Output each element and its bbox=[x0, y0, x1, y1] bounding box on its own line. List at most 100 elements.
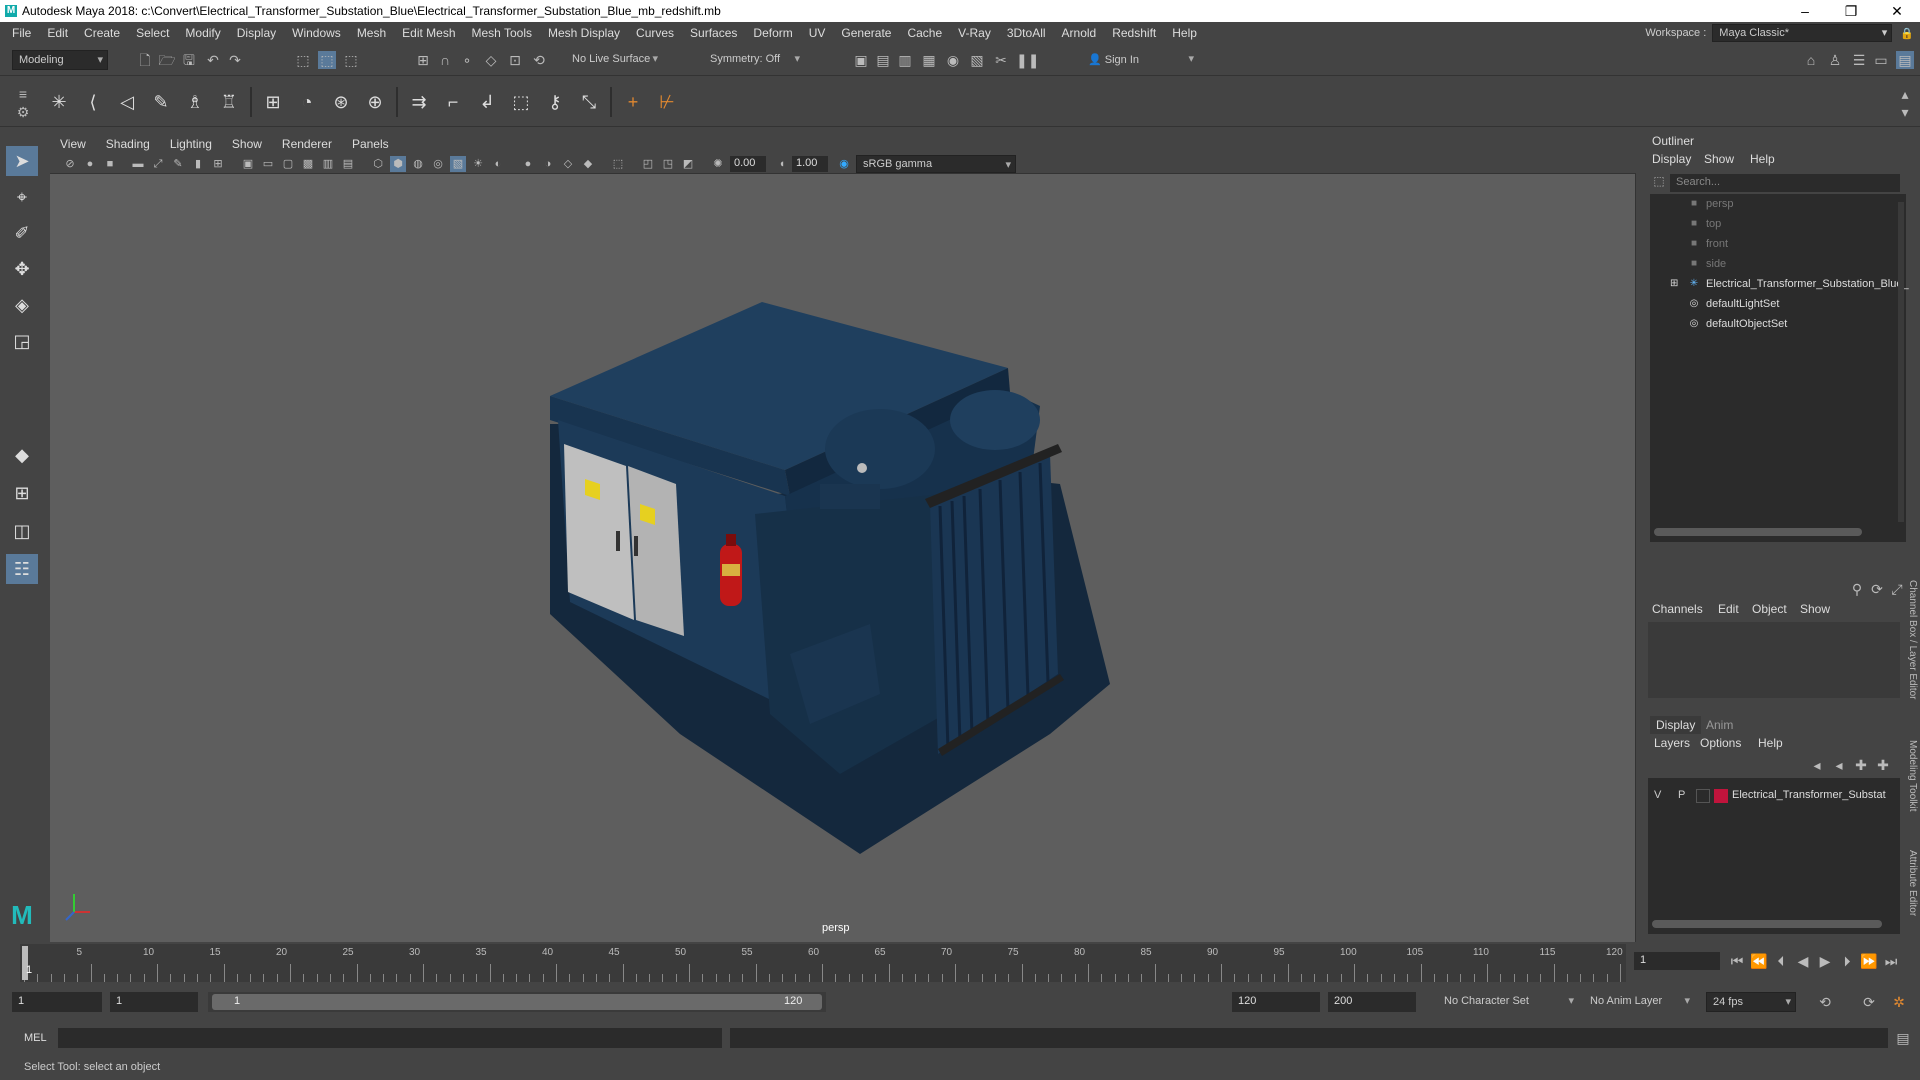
go-start-icon[interactable]: ⏮ bbox=[1728, 952, 1746, 970]
script-editor-icon[interactable]: ▤ bbox=[1894, 1029, 1912, 1047]
panel-menu-renderer[interactable]: Renderer bbox=[272, 137, 342, 151]
dof-icon[interactable]: ◇ bbox=[560, 156, 576, 172]
menu-mesh-display[interactable]: Mesh Display bbox=[540, 26, 628, 40]
colorspace-dropdown[interactable]: sRGB gamma bbox=[856, 155, 1016, 173]
menu-redshift[interactable]: Redshift bbox=[1104, 26, 1164, 40]
fps-dropdown[interactable]: 24 fps bbox=[1706, 992, 1796, 1012]
snap-view-icon[interactable]: ◇ bbox=[482, 51, 500, 69]
outliner-search-input[interactable]: Search... bbox=[1670, 174, 1900, 192]
gamma-field[interactable]: 1.00 bbox=[792, 156, 828, 172]
safe-action-icon[interactable]: ▥ bbox=[320, 156, 336, 172]
range-slider-handle[interactable] bbox=[212, 994, 822, 1010]
menu-create[interactable]: Create bbox=[76, 26, 128, 40]
xray-joints-icon[interactable]: ◰ bbox=[640, 156, 656, 172]
shelf-scroll-up-icon[interactable]: ▴ bbox=[1896, 85, 1914, 103]
layer-name[interactable]: Electrical_Transformer_Substat bbox=[1732, 789, 1886, 801]
panel-menu-panels[interactable]: Panels bbox=[342, 137, 399, 151]
menu-select[interactable]: Select bbox=[128, 26, 177, 40]
open-scene-icon[interactable]: 🗁 bbox=[158, 51, 176, 69]
step-forward-key-icon[interactable]: ⏩ bbox=[1860, 952, 1878, 970]
mel-label[interactable]: MEL bbox=[24, 1032, 47, 1044]
menu-deform[interactable]: Deform bbox=[745, 26, 800, 40]
channel-icon-2[interactable]: ⟳ bbox=[1868, 580, 1886, 598]
menu-modify[interactable]: Modify bbox=[177, 26, 228, 40]
menu-uv[interactable]: UV bbox=[801, 26, 834, 40]
xray-icon[interactable]: ⬚ bbox=[610, 156, 626, 172]
menu-curves[interactable]: Curves bbox=[628, 26, 682, 40]
outliner-hscrollbar[interactable] bbox=[1654, 528, 1862, 536]
pause-icon[interactable]: ❚❚ bbox=[1016, 51, 1039, 69]
list-item[interactable]: ■ front bbox=[1650, 234, 1906, 254]
panel-menu-view[interactable]: View bbox=[50, 137, 96, 151]
shelf-tool-16-icon[interactable]: ⤡ bbox=[576, 89, 602, 115]
lock-icon[interactable]: 🔒 bbox=[1900, 27, 1914, 40]
options-menu[interactable]: Options bbox=[1700, 736, 1741, 750]
menu-file[interactable]: File bbox=[4, 26, 39, 40]
layer-list[interactable]: V P Electrical_Transformer_Substat bbox=[1648, 778, 1900, 934]
current-frame-field[interactable]: 1 bbox=[1634, 952, 1720, 970]
new-layer-selected-icon[interactable]: ✚ bbox=[1874, 756, 1892, 774]
bookmark2-icon[interactable]: ▮ bbox=[190, 156, 206, 172]
outliner-menu-show[interactable]: Show bbox=[1704, 152, 1734, 166]
aa-icon[interactable]: ◑ bbox=[540, 156, 556, 172]
attribute-editor-icon[interactable]: ☰ bbox=[1850, 51, 1868, 69]
channel-edit-menu[interactable]: Edit bbox=[1718, 602, 1739, 616]
play-forward-icon[interactable]: ▶ bbox=[1816, 952, 1834, 970]
move-tool-icon[interactable]: ✥ bbox=[6, 254, 38, 284]
menu-edit[interactable]: Edit bbox=[39, 26, 76, 40]
shelf-tool-11-icon[interactable]: ⇉ bbox=[406, 89, 432, 115]
textured-icon[interactable]: ◎ bbox=[430, 156, 446, 172]
safe-title-icon[interactable]: ▤ bbox=[340, 156, 356, 172]
live-surface-field[interactable]: No Live Surface bbox=[566, 50, 662, 70]
grease-pencil-icon[interactable]: ✎ bbox=[170, 156, 186, 172]
channels-menu[interactable]: Channels bbox=[1652, 602, 1703, 616]
step-forward-frame-icon[interactable]: ⏵ bbox=[1838, 952, 1856, 970]
backface-icon[interactable]: ◳ bbox=[660, 156, 676, 172]
shelf-settings-icon[interactable]: ⚙ bbox=[14, 103, 32, 121]
end-time-field[interactable]: 200 bbox=[1328, 992, 1416, 1012]
modeling-toolkit-icon[interactable]: ⌂ bbox=[1802, 51, 1820, 69]
playback-start-field[interactable]: 1 bbox=[110, 992, 198, 1012]
character-controls-icon[interactable]: ♙ bbox=[1826, 51, 1844, 69]
select-hierarchy-icon[interactable]: ⬚ bbox=[294, 51, 312, 69]
2d-pan-icon[interactable]: ⤢ bbox=[150, 156, 166, 172]
render-sequence-icon[interactable]: ▤ bbox=[874, 51, 892, 69]
select-tool-icon[interactable]: ➤ bbox=[6, 146, 38, 176]
menu-display[interactable]: Display bbox=[229, 26, 284, 40]
rotate-tool-icon[interactable]: ◈ bbox=[6, 290, 38, 320]
auto-key-icon[interactable]: ⟳ bbox=[1860, 993, 1878, 1011]
modeling-toolkit-tab[interactable]: Modeling Toolkit bbox=[1902, 740, 1918, 812]
tab-anim[interactable]: Anim bbox=[1706, 718, 1733, 732]
step-back-frame-icon[interactable]: ⏴ bbox=[1772, 952, 1790, 970]
color-management-icon[interactable]: ◉ bbox=[836, 156, 852, 172]
new-layer-icon[interactable]: ✚ bbox=[1852, 756, 1870, 774]
layer-playback-toggle[interactable]: P bbox=[1678, 789, 1685, 801]
field-chart-icon[interactable]: ▩ bbox=[300, 156, 316, 172]
loop-icon[interactable]: ⟲ bbox=[1816, 993, 1834, 1011]
camera-attr-icon[interactable]: ● bbox=[82, 156, 98, 172]
outliner-tree[interactable]: ■ persp ■ top ■ front ■ side ⊞ ✳ Electrical_Tr… bbox=[1650, 194, 1909, 542]
layer-visibility-toggle[interactable]: V bbox=[1654, 789, 1661, 801]
menu-vray[interactable]: V-Ray bbox=[950, 26, 999, 40]
layout-four-icon[interactable]: ⊞ bbox=[6, 478, 38, 508]
paint-select-icon[interactable]: ✐ bbox=[6, 218, 38, 248]
minimize-icon[interactable]: – bbox=[1782, 3, 1828, 19]
shelf-tool-10-icon[interactable]: ⊕ bbox=[362, 89, 388, 115]
shelf-tool-1-icon[interactable]: ✳ bbox=[46, 89, 72, 115]
panel-menu-show[interactable]: Show bbox=[222, 137, 272, 151]
new-scene-icon[interactable]: 🗋 bbox=[136, 51, 154, 69]
channel-show-menu[interactable]: Show bbox=[1800, 602, 1830, 616]
channel-object-menu[interactable]: Object bbox=[1752, 602, 1787, 616]
image-plane-icon[interactable]: ▬ bbox=[130, 156, 146, 172]
outliner-menu-help[interactable]: Help bbox=[1750, 152, 1775, 166]
shelf-tool-2-icon[interactable]: ⟨ bbox=[80, 89, 106, 115]
smooth-shade-icon[interactable]: ⬢ bbox=[390, 156, 406, 172]
menu-surfaces[interactable]: Surfaces bbox=[682, 26, 745, 40]
film-gate-icon[interactable]: ▣ bbox=[240, 156, 256, 172]
layer-down-icon[interactable]: ◂ bbox=[1830, 756, 1848, 774]
range-slider[interactable]: 1 120 bbox=[208, 992, 826, 1012]
step-back-key-icon[interactable]: ⏪ bbox=[1750, 952, 1768, 970]
list-item[interactable]: ■ persp bbox=[1650, 194, 1906, 214]
character-set-dropdown[interactable]: No Character Set bbox=[1438, 992, 1578, 1012]
anim-layer-dropdown[interactable]: No Anim Layer bbox=[1584, 992, 1694, 1012]
